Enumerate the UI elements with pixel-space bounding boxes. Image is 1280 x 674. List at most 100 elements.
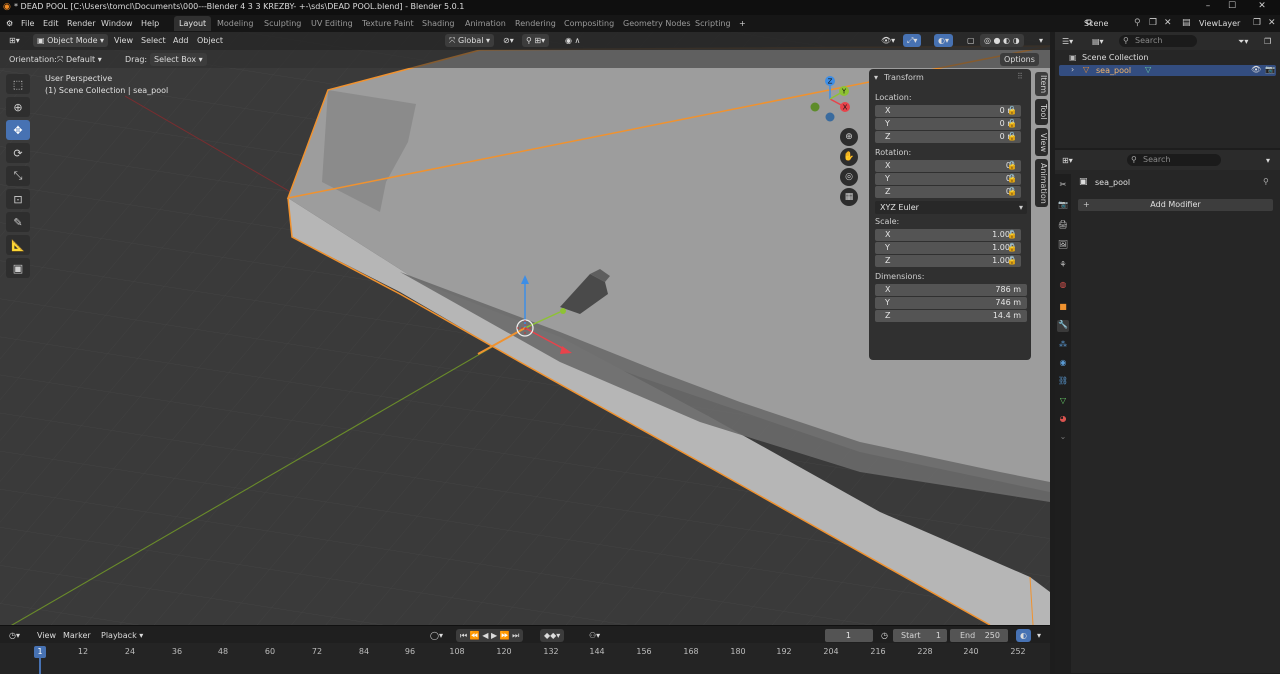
filter-icon[interactable]: ⏷▾ — [1235, 35, 1251, 48]
visibility-icon[interactable]: 👁▾ — [878, 34, 898, 47]
playback-controls[interactable]: ⏮ ⏪ ◀ ▶ ⏩ ⏭ — [456, 629, 524, 642]
delete-viewlayer-icon[interactable]: ✕ — [1268, 18, 1276, 28]
modifier-tab-icon[interactable]: 🔧 — [1057, 320, 1069, 332]
tab-compositing[interactable]: Compositing — [559, 16, 619, 31]
constraints-tab-icon[interactable]: ⛓ — [1057, 376, 1069, 388]
gizmo-toggle-icon[interactable]: ⤢▾ — [903, 34, 922, 47]
eye-icon[interactable]: 👁 — [1251, 65, 1261, 74]
drag-selector[interactable]: Select Box ▾ — [150, 53, 207, 66]
pin-icon[interactable]: ⚲ — [1263, 177, 1269, 186]
rotation-x-field[interactable]: X 0° — [875, 160, 1021, 172]
rotation-mode-selector[interactable]: XYZ Euler ▾ — [875, 201, 1027, 214]
tab-item[interactable]: Item — [1035, 72, 1048, 96]
display-mode-icon[interactable]: ▤▾ — [1089, 35, 1107, 48]
cursor-tool-icon[interactable]: ⊕ — [6, 97, 30, 117]
outliner-search-input[interactable]: ⚲ Search — [1119, 35, 1197, 47]
lock-icon[interactable]: 🔓 — [1007, 119, 1017, 129]
rotation-z-field[interactable]: Z 0° — [875, 186, 1021, 198]
end-frame-field[interactable]: End 250 — [950, 629, 1008, 642]
ortho-grid-icon[interactable]: ▦ — [840, 188, 858, 206]
tab-animation-sidebar[interactable]: Animation — [1035, 159, 1048, 207]
lock-icon[interactable]: 🔓 — [1007, 132, 1017, 142]
lock-icon[interactable]: 🔓 — [1007, 243, 1017, 253]
transform-orientation-selector[interactable]: ⤧ Global ▾ — [445, 34, 495, 47]
tab-scripting[interactable]: Scripting — [690, 16, 736, 31]
tool-tab-icon[interactable]: ✂ — [1057, 180, 1069, 192]
transform-section-title[interactable]: Transform — [884, 73, 924, 82]
lock-icon[interactable]: 🔓 — [1007, 230, 1017, 240]
panel-collapse-icon[interactable]: ▾ — [874, 73, 878, 82]
tab-view[interactable]: View — [1035, 128, 1048, 156]
location-x-field[interactable]: X0 m — [875, 105, 1021, 117]
material-tab-icon[interactable]: ◕ — [1057, 414, 1069, 426]
chevron-down-icon[interactable]: ⌄ — [1057, 432, 1069, 444]
xray-toggle-icon[interactable]: ▢ — [964, 34, 978, 47]
data-tab-icon[interactable]: ▽ — [1057, 396, 1069, 408]
menu-window[interactable]: Window — [97, 17, 137, 30]
overlay-toggle-icon[interactable]: ◐▾ — [934, 34, 953, 47]
measure-tool-icon[interactable]: 📐 — [6, 235, 30, 255]
select-box-tool-icon[interactable]: ⬚ — [6, 74, 30, 94]
pan-hand-icon[interactable]: ✋ — [840, 148, 858, 166]
timeline-menu-marker[interactable]: Marker — [60, 629, 94, 642]
menu-select[interactable]: Select — [138, 34, 169, 47]
dimensions-x-field[interactable]: X 786 m — [875, 284, 1027, 296]
particles-tab-icon[interactable]: ⁂ — [1057, 340, 1069, 352]
chevron-down-icon[interactable]: ▾ — [1263, 154, 1273, 167]
shading-mode-icons[interactable]: ◎ ● ◐ ◑ — [980, 34, 1024, 47]
lock-icon[interactable]: 🔓 — [1007, 106, 1017, 116]
move-tool-icon[interactable]: ✥ — [6, 120, 30, 140]
snap-toggle-icon[interactable]: ⚲ ⊞▾ — [522, 34, 550, 47]
lock-icon[interactable]: 🔓 — [1007, 174, 1017, 184]
current-frame-field[interactable]: 1 — [825, 629, 873, 642]
menu-add[interactable]: Add — [170, 34, 192, 47]
view-layer-tab-icon[interactable]: 🖼 — [1057, 240, 1069, 252]
rotation-y-field[interactable]: Y 0° — [875, 173, 1021, 185]
world-tab-icon[interactable]: ◍ — [1057, 280, 1069, 292]
output-tab-icon[interactable]: 🖨 — [1057, 220, 1069, 232]
menu-object[interactable]: Object — [194, 34, 226, 47]
physics-tab-icon[interactable]: ◉ — [1057, 358, 1069, 370]
transform-tool-icon[interactable]: ⊡ — [6, 189, 30, 209]
tab-uv-editing[interactable]: UV Editing — [306, 16, 358, 31]
zoom-icon[interactable]: ⊕ — [840, 128, 858, 146]
camera-view-icon[interactable]: ◎ — [840, 168, 858, 186]
new-collection-icon[interactable]: ❐ — [1261, 35, 1274, 48]
tab-texture-paint[interactable]: Texture Paint — [357, 16, 419, 31]
start-frame-field[interactable]: Start 1 — [893, 629, 947, 642]
tab-rendering[interactable]: Rendering — [510, 16, 561, 31]
3d-viewport[interactable]: ⊞▾ ▣ Object Mode ▾ View Select Add Objec… — [0, 32, 1050, 625]
shading-options-icon[interactable]: ▾ — [1036, 34, 1046, 47]
outliner-editor-type-icon[interactable]: ☰▾ — [1059, 35, 1076, 48]
expand-arrow-icon[interactable]: › — [1071, 65, 1074, 74]
timeline-editor-type-icon[interactable]: ◷▾ — [6, 629, 23, 642]
menu-file[interactable]: File — [17, 17, 38, 30]
clock-icon[interactable]: ◷ — [878, 629, 891, 642]
tab-layout[interactable]: Layout — [174, 16, 212, 31]
scale-y-field[interactable]: Y 1.000 — [875, 242, 1021, 254]
location-z-field[interactable]: Z0 m — [875, 131, 1021, 143]
location-y-field[interactable]: Y0 m — [875, 118, 1021, 130]
properties-search-input[interactable]: ⚲ Search — [1127, 154, 1221, 166]
object-tab-icon[interactable]: ■ — [1057, 302, 1069, 314]
tab-animation[interactable]: Animation — [460, 16, 511, 31]
mode-selector[interactable]: ▣ Object Mode ▾ — [33, 34, 109, 47]
delete-scene-icon[interactable]: ✕ — [1164, 18, 1172, 28]
lock-icon[interactable]: 🔓 — [1007, 187, 1017, 197]
new-scene-icon[interactable]: ❐ — [1149, 18, 1157, 28]
camera-icon[interactable]: 📷 — [1265, 65, 1275, 74]
add-cube-tool-icon[interactable]: ▣ — [6, 258, 30, 278]
scene-selector[interactable]: Scene — [1080, 17, 1140, 30]
menu-edit[interactable]: Edit — [39, 17, 63, 30]
new-viewlayer-icon[interactable]: ❐ — [1253, 18, 1261, 28]
timeline-overlay-icon[interactable]: ◐ — [1016, 629, 1031, 642]
navigation-gizmo[interactable]: Z X Y — [805, 74, 855, 124]
tab-geometry-nodes[interactable]: Geometry Nodes — [618, 16, 695, 31]
scene-tab-icon[interactable]: ⚘ — [1057, 260, 1069, 272]
auto-key-icon[interactable]: ⚇▾ — [586, 629, 603, 642]
proportional-edit-icon[interactable]: ◉ ∧ — [562, 34, 583, 47]
minimize-button[interactable]: – — [1196, 1, 1220, 13]
maximize-button[interactable]: ☐ — [1220, 1, 1244, 13]
tab-sculpting[interactable]: Sculpting — [259, 16, 306, 31]
scale-x-field[interactable]: X 1.000 — [875, 229, 1021, 241]
